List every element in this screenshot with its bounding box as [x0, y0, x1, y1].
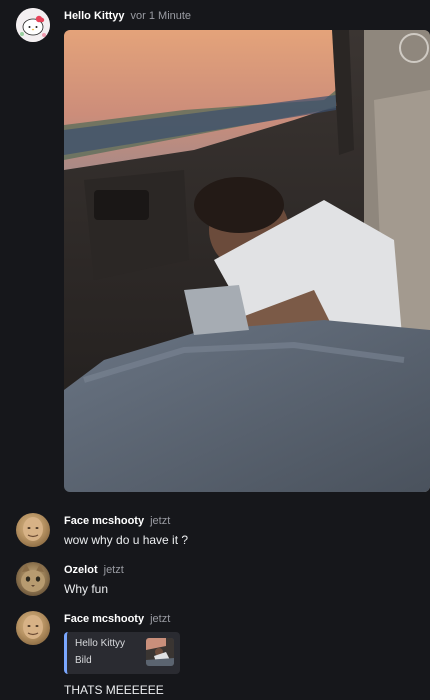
- message-text: Why fun: [64, 582, 109, 596]
- image-attachment[interactable]: [64, 30, 430, 492]
- timestamp: jetzt: [150, 613, 171, 625]
- author-name[interactable]: Face mcshooty: [64, 515, 144, 527]
- message-header: Face mcshooty jetzt: [64, 515, 170, 527]
- reply-type: Bild: [75, 655, 92, 666]
- author-name[interactable]: Hello Kittyy: [64, 10, 125, 22]
- timestamp: vor 1 Minute: [130, 10, 192, 22]
- author-name[interactable]: Face mcshooty: [64, 613, 144, 625]
- message-header: Face mcshooty jetzt: [64, 613, 170, 625]
- reply-thumbnail: [146, 638, 174, 666]
- author-name[interactable]: Ozelot: [64, 564, 98, 576]
- timestamp: jetzt: [103, 564, 124, 576]
- message-text: wow why do u have it ?: [64, 533, 189, 547]
- reply-author: Hello Kittyy: [75, 638, 126, 649]
- message-header: Ozelot jetzt: [64, 564, 124, 576]
- cat-avatar[interactable]: [16, 562, 50, 596]
- reply-preview[interactable]: Hello Kittyy Bild: [64, 632, 180, 674]
- face-avatar[interactable]: [16, 513, 50, 547]
- timestamp: jetzt: [150, 515, 171, 527]
- face-avatar[interactable]: [16, 611, 50, 645]
- hello-kitty-avatar[interactable]: [16, 8, 50, 42]
- message-header: Hello Kittyy vor 1 Minute: [64, 10, 191, 22]
- message-text: THATS MEEEEEE: [64, 683, 164, 697]
